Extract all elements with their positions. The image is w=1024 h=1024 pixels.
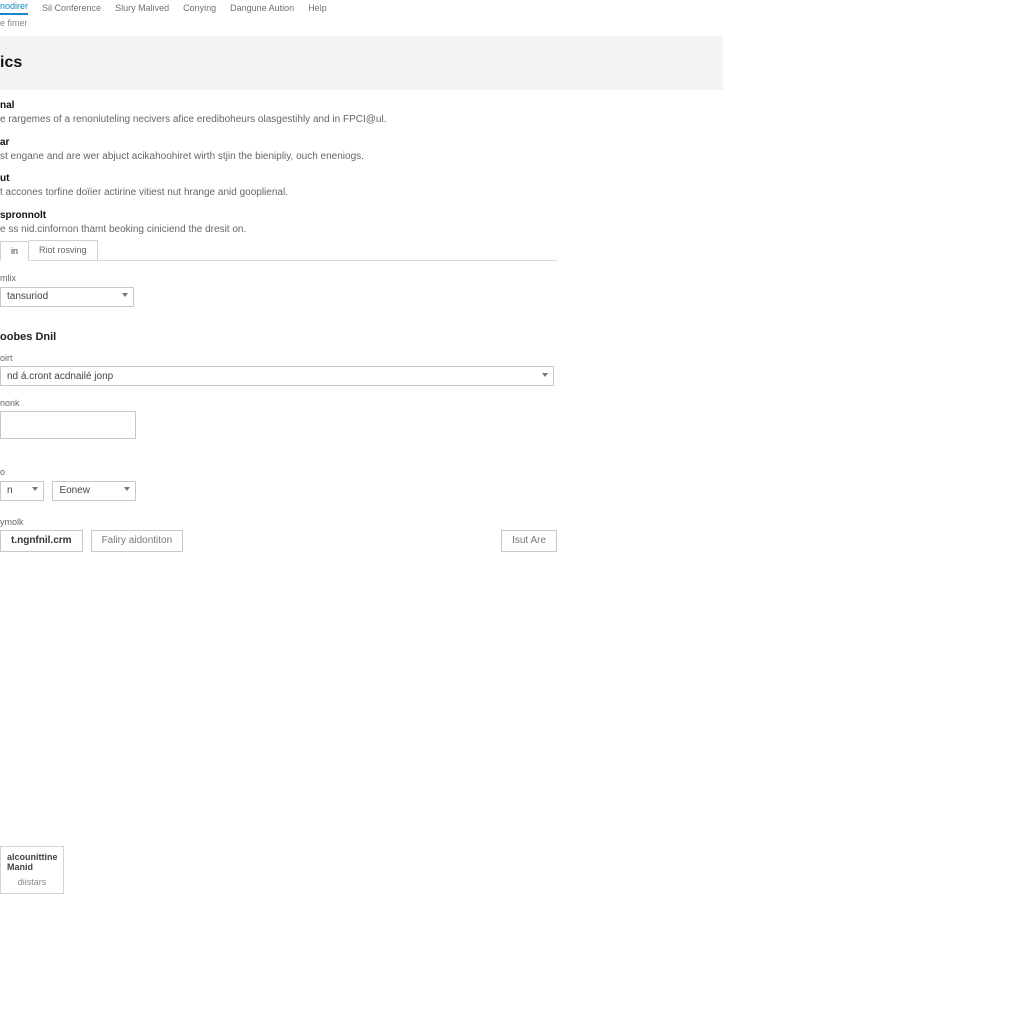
nav-item-help[interactable]: Help — [308, 3, 327, 13]
page-title: ics — [0, 54, 22, 72]
title-band: ics — [0, 36, 723, 90]
main-content: nal e rargemes of a renoniuteling necive… — [0, 100, 557, 552]
nav-item-sil-conference[interactable]: Sil Conference — [42, 3, 101, 13]
nonk-input[interactable] — [0, 411, 136, 439]
top-nav: nodirer Sil Conference Slury Malived Con… — [0, 0, 1024, 16]
field-pair: o n Eonew — [0, 467, 557, 501]
section-body: e rargemes of a renoniuteling necivers a… — [0, 113, 557, 127]
tab-riot-rosving[interactable]: Riot rosving — [29, 240, 98, 260]
field-label: oirt — [0, 353, 557, 363]
field-label: ymolk — [0, 517, 557, 527]
section-oobes-dnil-title: oobes Dnil — [0, 331, 557, 343]
sub-bar: e fimer — [0, 18, 1024, 34]
field-label: nonk — [0, 398, 557, 408]
primary-action-button[interactable]: t.ngnfnil.crm — [0, 530, 83, 552]
floatbox-line3: diistars — [7, 877, 57, 887]
section-ut: ut t accones torfine doïier actirine vit… — [0, 173, 557, 200]
section-body: st engane and are wer abjuct acikahoohir… — [0, 150, 557, 164]
section-body: e ss nid.cinfornon thamt beoking cinicie… — [0, 223, 557, 237]
secondary-action-button[interactable]: Faliry aidontiton — [91, 530, 184, 552]
field-nonk: nonk — [0, 398, 557, 439]
nav-item-dangune-aution[interactable]: Dangune Aution — [230, 3, 294, 13]
section-ar: ar st engane and are wer abjuct acikahoo… — [0, 137, 557, 164]
tab-in[interactable]: in — [0, 241, 29, 261]
tertiary-action-button[interactable]: Isut Are — [501, 530, 557, 552]
field-mlix: mlix tansuriod — [0, 273, 557, 307]
pair-left-select[interactable]: n — [0, 481, 44, 501]
section-heading: ar — [0, 137, 557, 148]
section-heading: ut — [0, 173, 557, 184]
tab-strip: in Riot rosving — [0, 240, 557, 261]
field-label: mlix — [0, 273, 557, 283]
section-body: t accones torfine doïier actirine vities… — [0, 186, 557, 200]
pair-right-select[interactable]: Eonew — [52, 481, 136, 501]
floatbox-line2: Manid — [7, 863, 57, 873]
section-spronnolt: spronnolt e ss nid.cinfornon thamt beoki… — [0, 210, 557, 237]
action-row: ymolk t.ngnfnil.crm Faliry aidontiton Is… — [0, 517, 557, 552]
subbar-text: e fimer — [0, 18, 28, 28]
field-label: o — [0, 467, 557, 477]
section-heading: nal — [0, 100, 557, 111]
nav-item-nodirer[interactable]: nodirer — [0, 1, 28, 15]
nav-item-slury-malived[interactable]: Slury Malived — [115, 3, 169, 13]
section-nal: nal e rargemes of a renoniuteling necive… — [0, 100, 557, 127]
nav-item-conying[interactable]: Conying — [183, 3, 216, 13]
field-oirt: oirt nd á.cront acdnailé jonp — [0, 353, 557, 387]
oirt-select[interactable]: nd á.cront acdnailé jonp — [0, 366, 554, 386]
section-heading: spronnolt — [0, 210, 557, 221]
mlix-select[interactable]: tansuriod — [0, 287, 134, 307]
float-info-box[interactable]: alcounittine Manid diistars — [0, 846, 64, 894]
